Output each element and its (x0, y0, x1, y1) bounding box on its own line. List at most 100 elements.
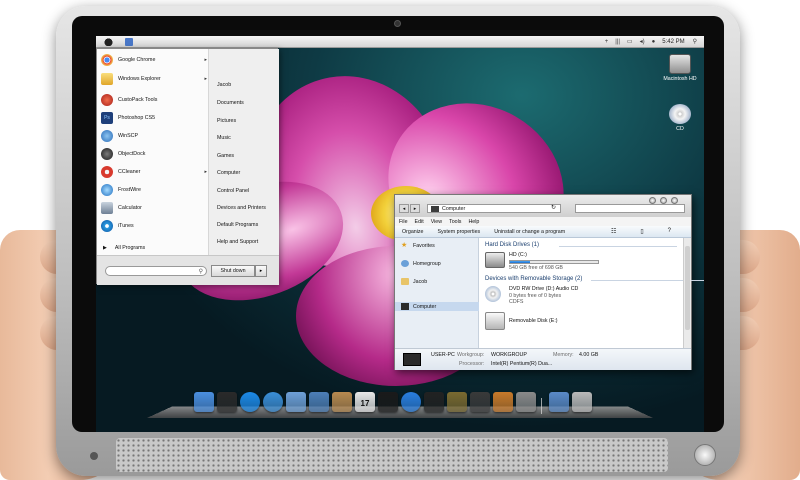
apple-icon[interactable] (104, 37, 113, 46)
photoshop-icon: Ps (101, 112, 113, 124)
trash-icon[interactable] (572, 392, 592, 412)
group-removable-storage[interactable]: Devices with Removable Storage (2) (485, 276, 582, 282)
home-button[interactable] (694, 444, 716, 466)
start-item-photoshop[interactable]: Ps Photoshop CS5 (101, 110, 207, 126)
shutdown-options-button[interactable]: ▸ (255, 265, 267, 277)
homegroup-icon (401, 260, 409, 267)
explorer-toolbar: Organize System properties Uninstall or … (395, 226, 691, 238)
plus-icon[interactable]: + (605, 39, 609, 45)
uninstall-program-button[interactable]: Uninstall or change a program (494, 229, 565, 235)
drive-removable-e[interactable]: Removable Disk (E:) (485, 312, 558, 330)
nav-jacob[interactable]: Jacob (401, 278, 427, 285)
close-icon[interactable] (671, 197, 678, 204)
chrome-icon (101, 54, 113, 66)
start-item-winscp[interactable]: WinSCP (101, 128, 207, 144)
explorer-search-input[interactable] (575, 204, 685, 213)
preview-pane-icon[interactable]: ▯ (640, 228, 643, 235)
system-preferences-icon[interactable] (516, 392, 536, 412)
user-icon[interactable]: ● (652, 39, 656, 45)
start-item-ccleaner[interactable]: CCleaner ▸ (101, 164, 207, 180)
help-icon[interactable]: ? (668, 228, 671, 235)
winscp-icon (101, 130, 113, 142)
organize-button[interactable]: Organize (402, 229, 424, 235)
garageband-icon[interactable] (493, 392, 513, 412)
volume-icon[interactable]: ◂) (640, 38, 645, 45)
start-place-default-programs[interactable]: Default Programs (217, 222, 258, 228)
bars-icon[interactable]: ||| (615, 39, 620, 45)
camera-icon (394, 20, 401, 27)
menubar-clock[interactable]: 5:42 PM (662, 39, 684, 45)
start-item-frostwire[interactable]: FrostWire (101, 182, 207, 198)
facetime-icon[interactable] (309, 392, 329, 412)
address-book-icon[interactable] (332, 392, 352, 412)
safari-icon[interactable] (263, 392, 283, 412)
start-search-input[interactable]: ⚲ (105, 266, 207, 276)
desktop-icon-cd[interactable]: CD (660, 104, 700, 132)
start-item-itunes[interactable]: iTunes (101, 218, 207, 234)
user-folder-icon (401, 278, 409, 285)
nav-homegroup[interactable]: Homegroup (401, 260, 441, 267)
menu-edit[interactable]: Edit (415, 219, 424, 225)
itunes-icon (101, 220, 113, 232)
calculator-icon (101, 202, 113, 214)
start-item-custopack-tools[interactable]: CustoPack Tools (101, 92, 207, 108)
explorer-titlebar[interactable]: ◂ ▸ Computer ↻ (395, 195, 691, 217)
refresh-icon[interactable]: ↻ (551, 204, 556, 211)
start-item-windows-explorer[interactable]: Windows Explorer ▸ (101, 71, 207, 87)
minimize-icon[interactable] (649, 197, 656, 204)
start-item-calculator[interactable]: Calculator (101, 200, 207, 216)
start-place-control-panel[interactable]: Control Panel (217, 188, 249, 194)
start-place-help-support[interactable]: Help and Support (217, 239, 258, 245)
menu-help[interactable]: Help (468, 219, 479, 225)
all-programs[interactable]: ▶ All Programs (103, 245, 145, 251)
mail-icon[interactable] (286, 392, 306, 412)
applications-folder-icon[interactable] (549, 392, 569, 412)
start-place-devices-printers[interactable]: Devices and Printers (217, 205, 266, 211)
menu-file[interactable]: File (399, 219, 408, 225)
view-options-icon[interactable]: ☷ (611, 228, 616, 235)
menu-tools[interactable]: Tools (449, 219, 461, 225)
vertical-scrollbar[interactable] (683, 238, 691, 348)
scrollbar-thumb[interactable] (685, 246, 690, 330)
group-hard-disk-drives[interactable]: Hard Disk Drives (1) (485, 242, 539, 248)
dashboard-icon[interactable] (217, 392, 237, 412)
drive-hd-c[interactable]: HD (C:) 540 GB free of 698 GB (485, 252, 599, 271)
start-place-documents[interactable]: Documents (217, 100, 244, 106)
battery-icon[interactable]: ▭ (627, 38, 633, 45)
finder-icon[interactable] (194, 392, 214, 412)
computer-icon (403, 353, 421, 366)
indicator-light (90, 452, 98, 460)
dvd-player-icon[interactable] (424, 392, 444, 412)
shutdown-button[interactable]: Shut down (211, 265, 255, 277)
start-place-pictures[interactable]: Pictures (217, 118, 236, 124)
back-button[interactable]: ◂ (399, 204, 409, 213)
finder-icon[interactable] (125, 37, 133, 46)
submenu-arrow-icon: ▸ (204, 57, 207, 63)
start-place-jacob[interactable]: Jacob (217, 82, 231, 88)
star-icon: ★ (401, 242, 408, 249)
menu-view[interactable]: View (431, 219, 442, 225)
iphoto-icon[interactable] (447, 392, 467, 412)
start-item-objectdock[interactable]: ObjectDock (101, 146, 207, 162)
start-place-computer[interactable]: Computer (217, 170, 240, 176)
computer-icon (431, 206, 439, 212)
drive-dvd-d[interactable]: DVD RW Drive (D:) Audio CD 0 bytes free … (485, 286, 578, 306)
nav-computer[interactable]: Computer (401, 303, 436, 310)
start-place-games[interactable]: Games (217, 153, 234, 159)
dock-separator (541, 398, 542, 414)
system-properties-button[interactable]: System properties (438, 229, 481, 235)
desktop-icon-macintosh-hd[interactable]: Macintosh HD (660, 54, 700, 82)
itunes-icon[interactable] (401, 392, 421, 412)
address-bar[interactable]: Computer (427, 204, 561, 213)
app-store-icon[interactable] (240, 392, 260, 412)
nav-favorites[interactable]: ★ Favorites (401, 242, 435, 249)
maximize-icon[interactable] (660, 197, 667, 204)
start-place-music[interactable]: Music (217, 135, 231, 141)
forward-button[interactable]: ▸ (410, 204, 420, 213)
photo-booth-icon[interactable] (378, 392, 398, 412)
spotlight-icon[interactable]: ⚲ (693, 38, 697, 45)
ical-date: 17 (360, 399, 370, 408)
start-item-google-chrome[interactable]: Google Chrome ▸ (101, 52, 207, 68)
imovie-icon[interactable] (470, 392, 490, 412)
cd-icon (485, 286, 501, 302)
